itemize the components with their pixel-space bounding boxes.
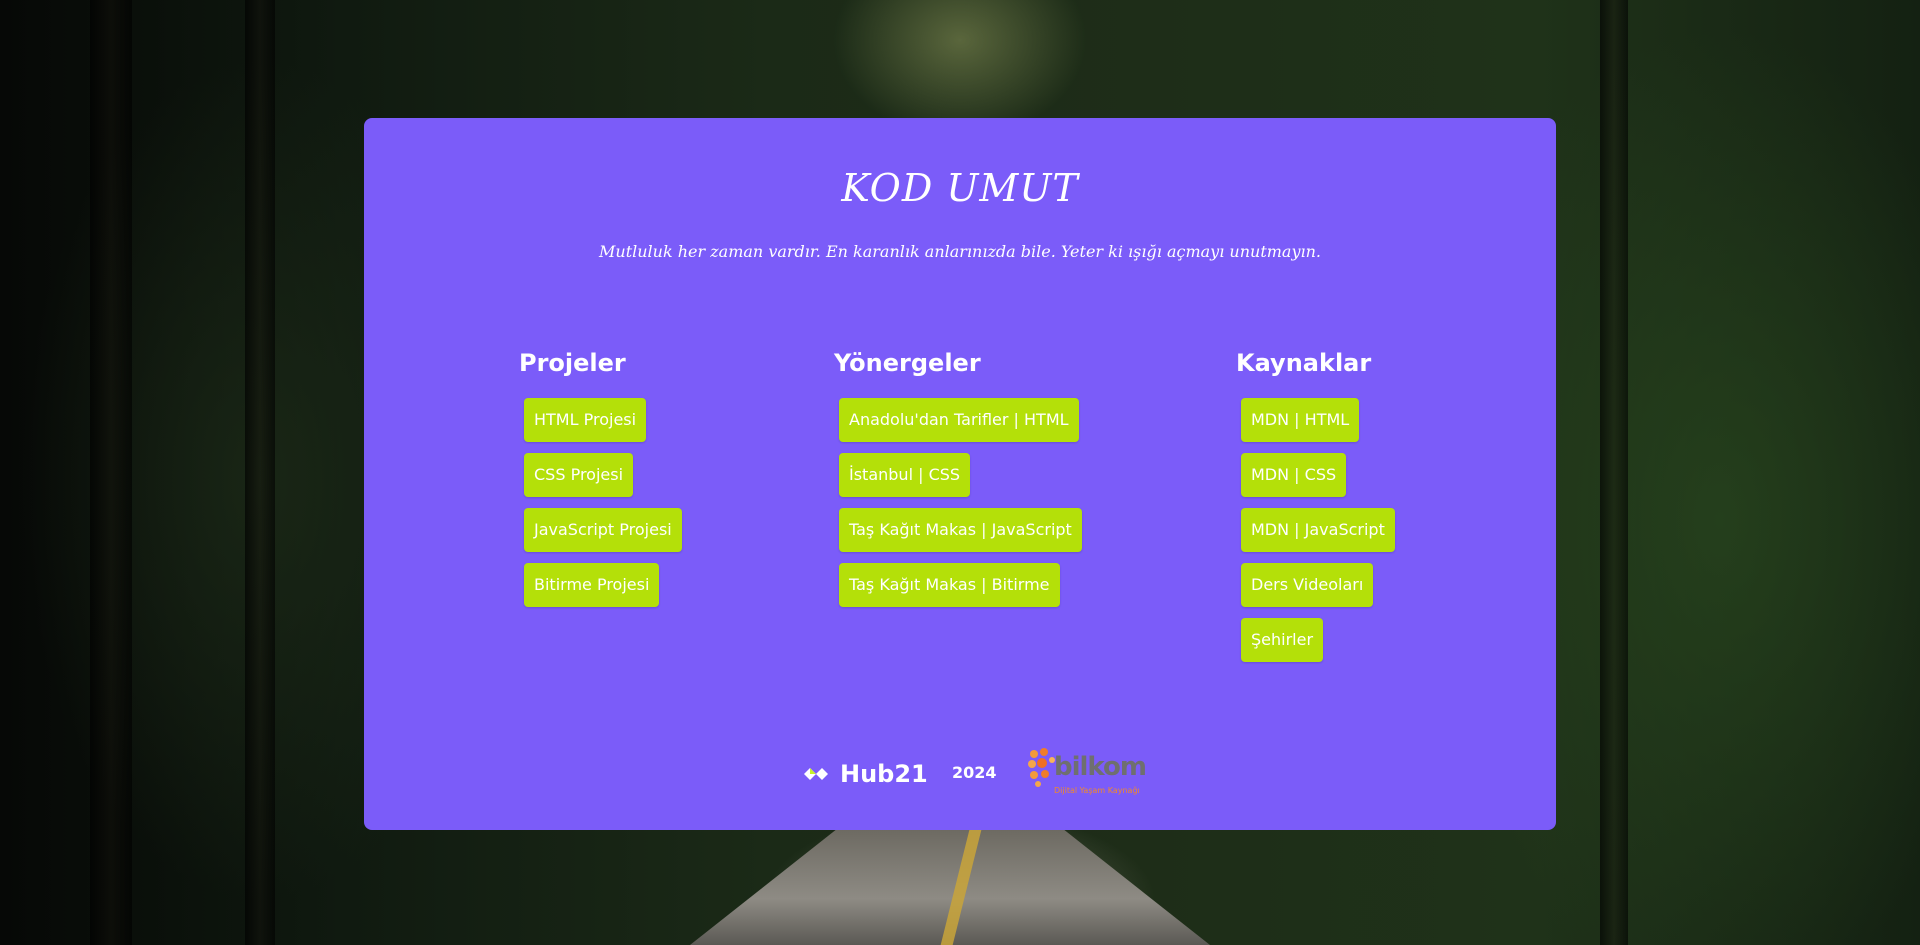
page-title: KOD UMUT <box>841 166 1079 210</box>
link-list: Anadolu'dan Tarifler | HTML İstanbul | C… <box>839 398 1082 607</box>
link-list: MDN | HTML MDN | CSS MDN | JavaScript De… <box>1241 398 1395 662</box>
footer: Hub21 2024 bilkom Dijital Yaşam Kaynağı <box>364 742 1556 802</box>
link-button[interactable]: HTML Projesi <box>524 398 647 442</box>
column-guidelines: Yönergeler Anadolu'dan Tarifler | HTML İ… <box>834 348 1082 618</box>
link-button[interactable]: CSS Projesi <box>524 453 634 497</box>
column-heading: Kaynaklar <box>1236 349 1372 377</box>
link-button[interactable]: MDN | CSS <box>1241 453 1347 497</box>
column-heading: Yönergeler <box>834 349 981 377</box>
link-button[interactable]: MDN | JavaScript <box>1241 508 1395 552</box>
page-subtitle: Mutluluk her zaman vardır. En karanlık a… <box>599 242 1321 261</box>
link-button[interactable]: Bitirme Projesi <box>524 563 660 607</box>
link-button[interactable]: Anadolu'dan Tarifler | HTML <box>839 398 1079 442</box>
link-button[interactable]: Taş Kağıt Makas | Bitirme <box>839 563 1060 607</box>
hub21-mark-icon <box>804 768 828 780</box>
column-heading: Projeler <box>519 349 626 377</box>
main-card: KOD UMUT Mutluluk her zaman vardır. En k… <box>364 118 1556 830</box>
link-button[interactable]: Taş Kağıt Makas | JavaScript <box>839 508 1082 552</box>
link-button[interactable]: Ders Videoları <box>1241 563 1374 607</box>
link-button[interactable]: JavaScript Projesi <box>524 508 682 552</box>
link-button[interactable]: Şehirler <box>1241 618 1324 662</box>
link-button[interactable]: İstanbul | CSS <box>839 453 971 497</box>
bilkom-logo: bilkom Dijital Yaşam Kaynağı <box>1026 744 1147 802</box>
link-button[interactable]: MDN | HTML <box>1241 398 1360 442</box>
hub21-logo: Hub21 <box>802 760 928 788</box>
bilkom-logo-text: bilkom <box>1054 752 1147 782</box>
tree-trunk <box>245 0 275 945</box>
hub21-logo-text: Hub21 <box>840 760 928 788</box>
column-resources: Kaynaklar MDN | HTML MDN | CSS MDN | Jav… <box>1236 348 1395 673</box>
tree-trunk <box>90 0 132 945</box>
link-list: HTML Projesi CSS Projesi JavaScript Proj… <box>524 398 682 607</box>
bilkom-tagline: Dijital Yaşam Kaynağı <box>1054 786 1140 795</box>
column-projects: Projeler HTML Projesi CSS Projesi JavaSc… <box>519 348 682 618</box>
tree-trunk <box>1600 0 1628 945</box>
footer-year: 2024 <box>952 763 997 782</box>
